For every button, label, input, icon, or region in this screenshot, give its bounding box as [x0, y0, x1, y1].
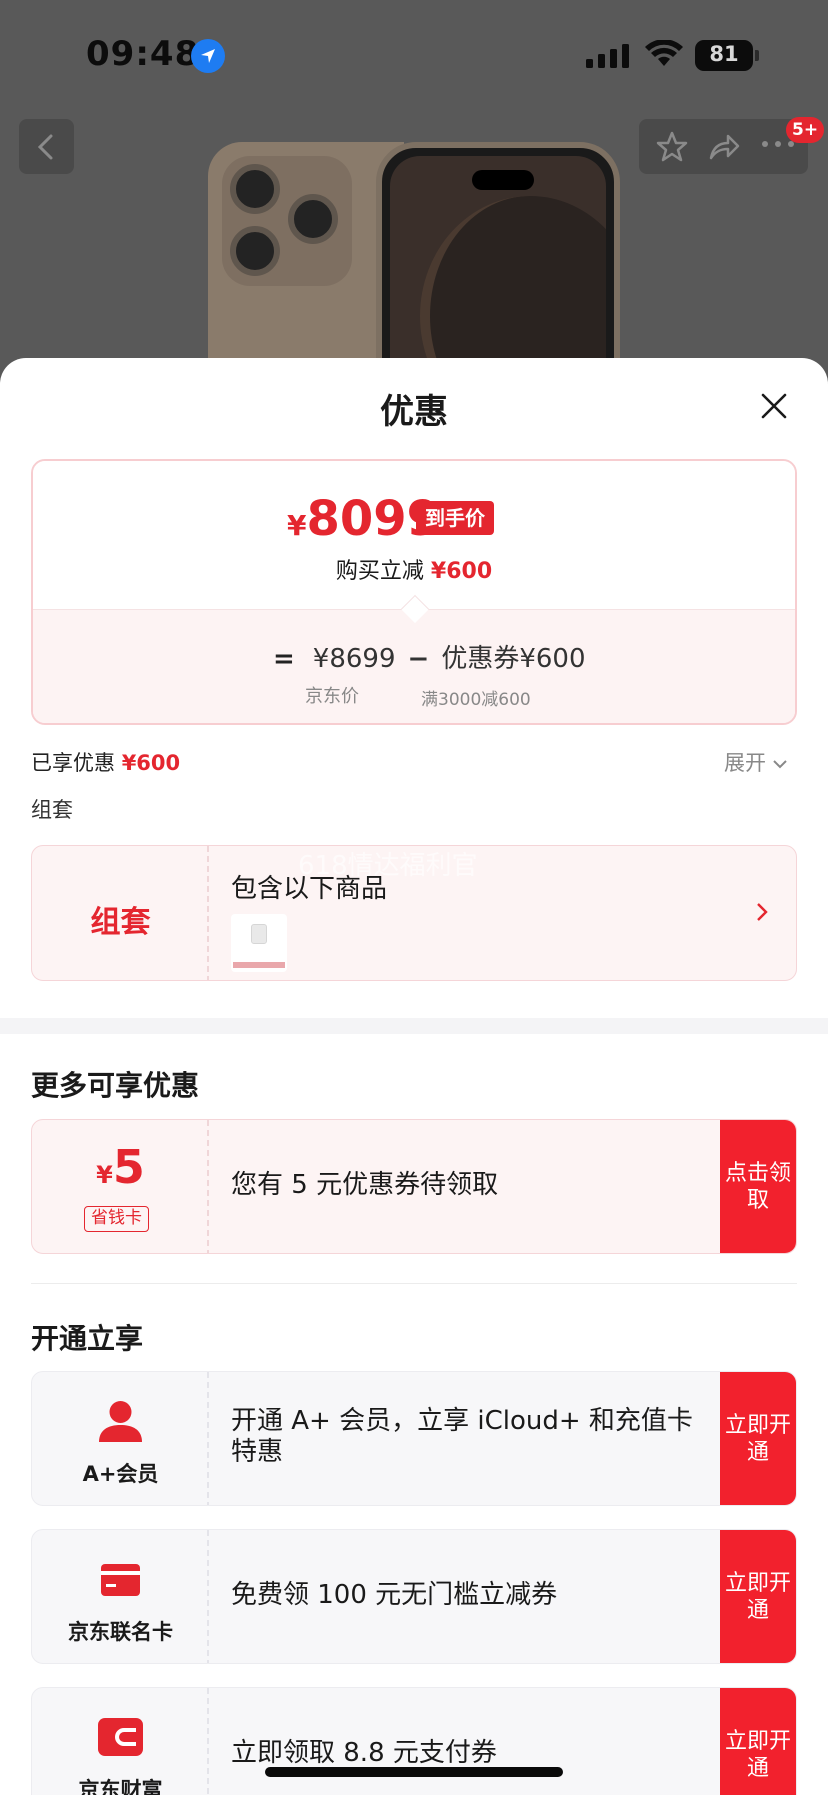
- more-icon[interactable]: [761, 139, 795, 149]
- open-cobrand-button[interactable]: 立即开通: [720, 1530, 796, 1663]
- section-divider: [0, 1018, 828, 1034]
- aplus-member-label: A+会员: [82, 1462, 159, 1486]
- price-breakdown-card: ¥8099 到手价 购买立减 ¥600 = ¥8699− 优惠券¥600 京东价 满…: [31, 459, 797, 725]
- star-icon[interactable]: [655, 130, 689, 164]
- bundle-card-label: 组套: [90, 905, 151, 940]
- product-image: [208, 142, 620, 380]
- jd-cobrand-label: 京东联名卡: [68, 1620, 173, 1644]
- bundle-section-label: 组套: [31, 798, 73, 822]
- location-arrow-icon: [191, 39, 225, 73]
- status-time: 09:48: [86, 34, 200, 74]
- aplus-member-text: 开通 A+ 会员，立享 iCloud+ 和充值卡特惠: [231, 1406, 693, 1467]
- enjoyed-discount: 已享优惠 ¥600: [31, 751, 181, 775]
- jd-cobrand-text: 免费领 100 元无门槛立减券: [231, 1580, 558, 1610]
- back-button[interactable]: [19, 119, 74, 174]
- divider: [31, 1283, 797, 1284]
- watermark-text: 618情达福利官: [298, 851, 478, 881]
- nav-actions: [639, 119, 808, 174]
- chevron-down-icon: [773, 760, 787, 769]
- coupon-card[interactable]: ¥5 省钱卡 您有 5 元优惠券待领取 点击领取: [31, 1119, 797, 1254]
- battery-level: 81: [709, 42, 739, 66]
- jd-price-caption: 京东价: [305, 686, 359, 707]
- more-offers-title: 更多可享优惠: [31, 1069, 200, 1102]
- bundle-item-thumbnail[interactable]: [231, 914, 287, 972]
- instant-reduction: 购买立减 ¥600: [335, 559, 493, 584]
- discount-sheet: 优惠 ¥8099 到手价 购买立减 ¥600 = ¥8699− 优惠券¥600 京东…: [0, 358, 828, 1795]
- expand-button[interactable]: 展开: [724, 747, 788, 777]
- cellular-signal-icon: [586, 44, 629, 68]
- coupon-text: 您有 5 元优惠券待领取: [231, 1170, 499, 1200]
- message-badge: 5+: [786, 117, 825, 143]
- coupon-caption: 满3000减600: [421, 690, 531, 710]
- chevron-right-icon: [757, 903, 768, 921]
- jd-wealth-text: 立即领取 8.8 元支付券: [231, 1738, 497, 1768]
- status-bar: 09:48 81: [0, 0, 828, 110]
- coupon-amount: ¥5: [96, 1140, 145, 1194]
- open-aplus-button[interactable]: 立即开通: [720, 1372, 796, 1505]
- battery-icon: 81: [695, 40, 759, 71]
- open-wealth-button[interactable]: 立即开通: [720, 1688, 796, 1795]
- wifi-icon: [645, 40, 683, 66]
- jd-wealth-label: 京东财富: [78, 1778, 163, 1795]
- coupon-value: ¥600: [519, 644, 586, 674]
- open-enjoy-title: 开通立享: [31, 1322, 144, 1355]
- share-icon[interactable]: [707, 130, 741, 164]
- final-price-tag: 到手价: [416, 501, 494, 535]
- jd-price: ¥8699: [312, 644, 396, 674]
- person-icon: [99, 1401, 142, 1442]
- wallet-icon: [98, 1718, 143, 1756]
- jd-cobrand-card[interactable]: 京东联名卡 免费领 100 元无门槛立减券 立即开通: [31, 1529, 797, 1664]
- close-icon[interactable]: [760, 392, 788, 420]
- aplus-member-card[interactable]: A+会员 开通 A+ 会员，立享 iCloud+ 和充值卡特惠 立即开通: [31, 1371, 797, 1506]
- sheet-title: 优惠: [380, 392, 448, 432]
- claim-coupon-button[interactable]: 点击领取: [720, 1120, 796, 1253]
- chevron-left-icon: [37, 134, 53, 160]
- home-indicator[interactable]: [265, 1767, 563, 1777]
- jd-wealth-card[interactable]: 京东财富 立即领取 8.8 元支付券 立即开通: [31, 1687, 797, 1795]
- card-icon: [101, 1564, 140, 1596]
- price-formula: = ¥8699− 优惠券¥600: [273, 644, 586, 674]
- coupon-tag: 省钱卡: [84, 1206, 149, 1232]
